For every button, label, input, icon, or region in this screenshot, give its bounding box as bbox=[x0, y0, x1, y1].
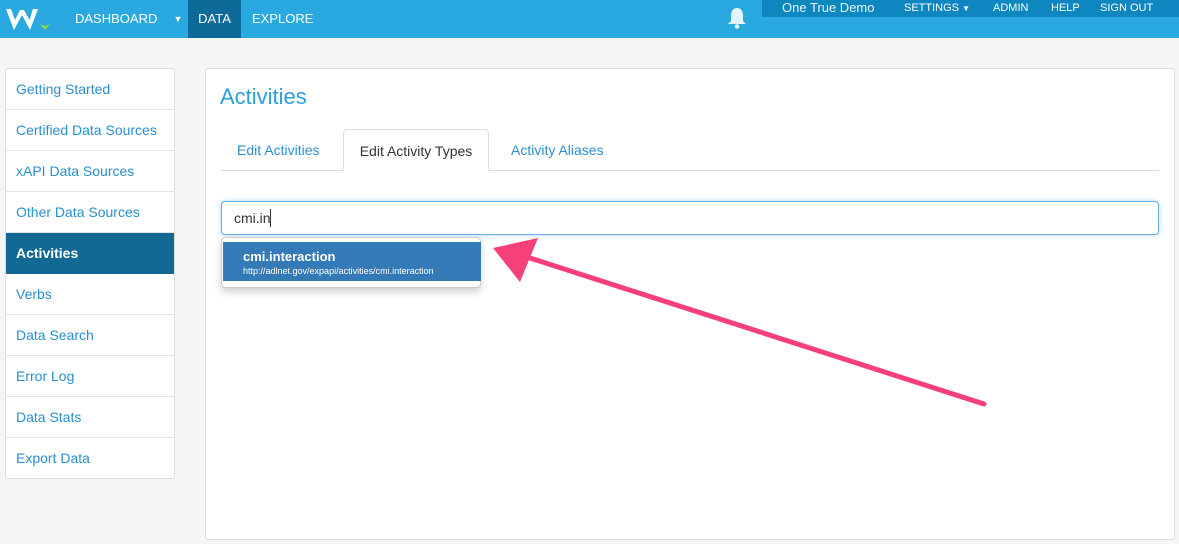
text-cursor bbox=[270, 209, 271, 227]
nav-data[interactable]: DATA bbox=[188, 0, 241, 38]
top-nav-bar: DASHBOARD ▼ DATA EXPLORE One True Demo S… bbox=[0, 0, 1179, 38]
sidebar-item-certified-data-sources[interactable]: Certified Data Sources bbox=[6, 110, 174, 151]
org-name[interactable]: One True Demo bbox=[782, 0, 875, 17]
annotation-arrow-icon bbox=[493, 238, 987, 407]
bell-icon[interactable] bbox=[726, 6, 748, 30]
nav-explore[interactable]: EXPLORE bbox=[252, 0, 313, 38]
suggestion-title: cmi.interaction bbox=[243, 249, 336, 264]
activity-type-search-input[interactable] bbox=[221, 201, 1159, 235]
admin-link[interactable]: ADMIN bbox=[993, 0, 1028, 17]
sidebar-item-xapi-data-sources[interactable]: xAPI Data Sources bbox=[6, 151, 174, 192]
sidebar: Getting Started Certified Data Sources x… bbox=[5, 68, 175, 479]
settings-label: SETTINGS bbox=[904, 2, 960, 14]
settings-caret-icon: ▼ bbox=[962, 4, 970, 13]
sidebar-item-verbs[interactable]: Verbs bbox=[6, 274, 174, 315]
page-title: Activities bbox=[220, 84, 307, 109]
nav-dashboard[interactable]: DASHBOARD bbox=[75, 0, 157, 38]
app-logo-icon[interactable] bbox=[0, 0, 60, 38]
settings-menu[interactable]: SETTINGS ▼ bbox=[904, 0, 970, 17]
tab-edit-activities[interactable]: Edit Activities bbox=[237, 129, 319, 171]
dashboard-dropdown-caret-icon[interactable]: ▼ bbox=[168, 0, 188, 38]
tab-activity-aliases[interactable]: Activity Aliases bbox=[511, 129, 604, 171]
help-link[interactable]: HELP bbox=[1051, 0, 1080, 17]
sidebar-item-data-stats[interactable]: Data Stats bbox=[6, 397, 174, 438]
sidebar-item-getting-started[interactable]: Getting Started bbox=[6, 69, 174, 110]
sidebar-item-error-log[interactable]: Error Log bbox=[6, 356, 174, 397]
sidebar-item-export-data[interactable]: Export Data bbox=[6, 438, 174, 479]
autocomplete-suggestion[interactable]: cmi.interaction http://adlnet.gov/expapi… bbox=[223, 242, 481, 281]
sign-out-link[interactable]: SIGN OUT bbox=[1100, 0, 1153, 17]
sidebar-item-other-data-sources[interactable]: Other Data Sources bbox=[6, 192, 174, 233]
suggestion-url: http://adlnet.gov/expapi/activities/cmi.… bbox=[243, 266, 434, 276]
sidebar-item-data-search[interactable]: Data Search bbox=[6, 315, 174, 356]
autocomplete-dropdown: cmi.interaction http://adlnet.gov/expapi… bbox=[221, 237, 481, 288]
tab-edit-activity-types[interactable]: Edit Activity Types bbox=[343, 129, 489, 171]
sidebar-item-activities[interactable]: Activities bbox=[6, 233, 174, 274]
